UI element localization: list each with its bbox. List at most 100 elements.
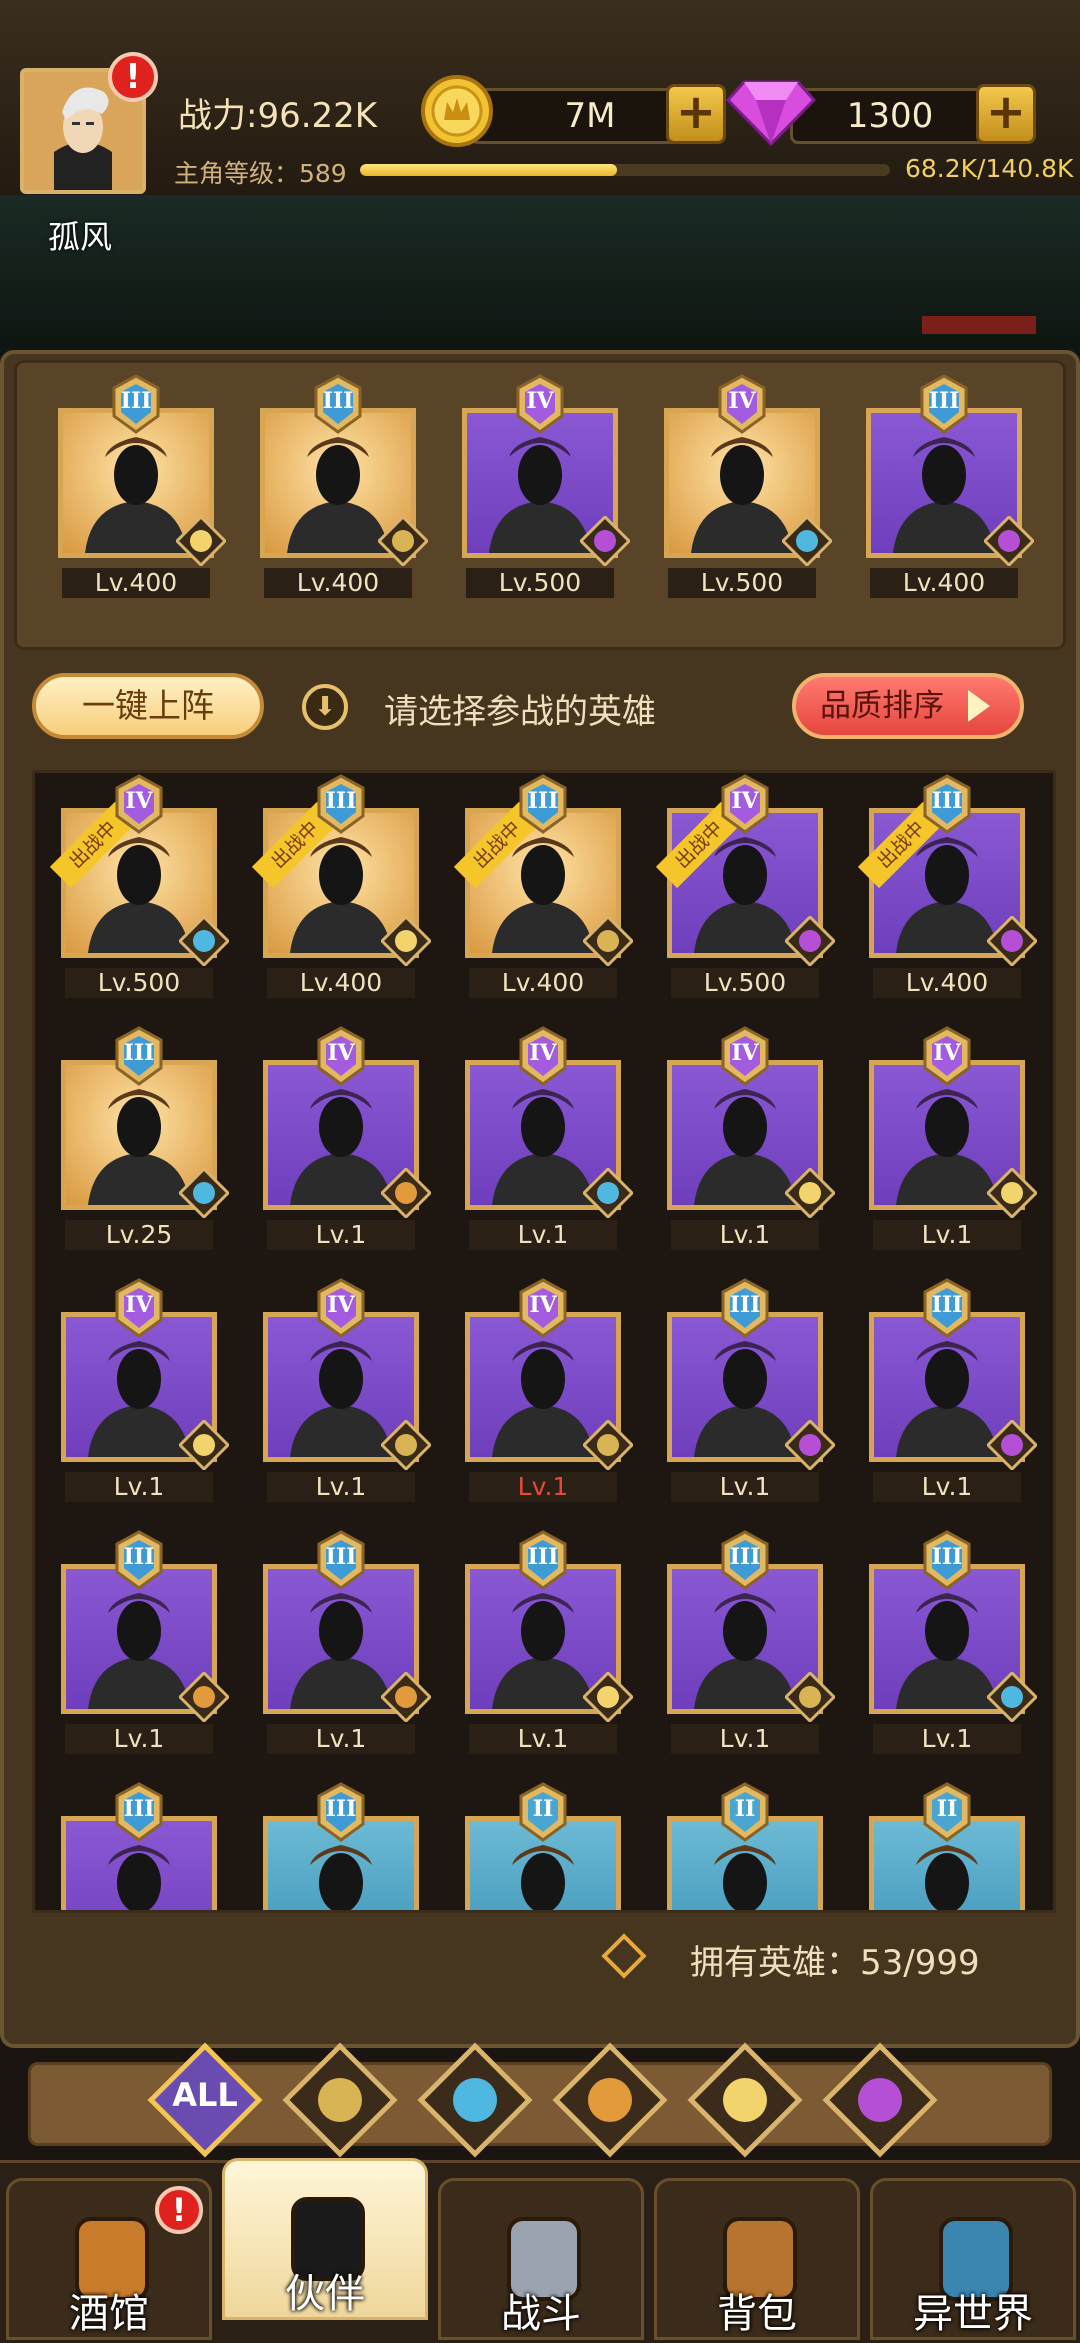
elf-faction-icon [176, 516, 226, 566]
grid-hero-card[interactable]: III Lv.1 [667, 1530, 835, 1754]
exp-progress-fill [360, 164, 617, 176]
human-faction-icon [583, 916, 633, 966]
rank-label: III [325, 788, 357, 814]
hero-level: Lv.400 [62, 568, 210, 598]
nav-tab-3[interactable]: 背包 [654, 2178, 860, 2340]
rank-label: III [325, 1544, 357, 1570]
rank-label: IV [125, 1292, 153, 1318]
hero-level: Lv.1 [267, 1472, 415, 1502]
nav-tab-2[interactable]: 战斗 [438, 2178, 644, 2340]
rank-label: IV [529, 1292, 557, 1318]
rank-label: IV [728, 388, 756, 414]
rank-label: III [928, 388, 960, 414]
rank-label: III [325, 1796, 357, 1822]
rank-label: III [931, 788, 963, 814]
down-arrow-icon: ⬇ [302, 684, 348, 730]
owned-heroes-count: 拥有英雄：53/999 [690, 1943, 980, 1983]
nav-tab-1[interactable]: 伙伴 [222, 2158, 428, 2320]
avatar-alert-badge: ! [108, 52, 158, 102]
fishman-faction-icon [179, 916, 229, 966]
filter-beast-button[interactable] [550, 2040, 670, 2160]
lineup-hero-card[interactable]: III Lv.400 [866, 374, 1034, 598]
lineup-hero-card[interactable]: III Lv.400 [260, 374, 428, 598]
nav-label: 伙伴 [285, 2271, 365, 2317]
beast-faction-icon [381, 1168, 431, 1218]
demon-faction-icon [785, 1420, 835, 1470]
grid-hero-card[interactable]: 出战中 IV Lv.500 [49, 774, 229, 998]
lineup-hero-card[interactable]: IV Lv.500 [664, 374, 832, 598]
grid-hero-card[interactable]: IV Lv.1 [465, 1278, 633, 1502]
grid-hero-card[interactable]: IV Lv.1 [263, 1278, 431, 1502]
exp-text: 68.2K/140.8K [905, 154, 1074, 183]
filter-human-button[interactable] [280, 2040, 400, 2160]
demon-faction-icon [785, 916, 835, 966]
add-gold-button[interactable]: + [666, 84, 726, 144]
hero-level: Lv.1 [469, 1220, 617, 1250]
hero-level-label: 主角等级：589 [174, 159, 347, 188]
grid-hero-card[interactable]: IV Lv.1 [869, 1026, 1037, 1250]
grid-hero-card[interactable]: IV Lv.1 [263, 1026, 431, 1250]
grid-hero-card[interactable]: III Lv.25 [61, 1026, 229, 1250]
rank-label: III [931, 1544, 963, 1570]
grid-hero-card[interactable]: III Lv.1 [869, 1278, 1037, 1502]
grid-hero-card[interactable]: II [869, 1782, 1025, 1910]
rank-label: IV [327, 1040, 355, 1066]
hero-level: Lv.1 [873, 1220, 1021, 1250]
human-faction-icon [378, 516, 428, 566]
grid-hero-card[interactable]: 出战中 III Lv.400 [251, 774, 431, 998]
fishman-faction-icon [987, 1672, 1037, 1722]
grid-hero-card[interactable]: II [465, 1782, 621, 1910]
grid-hero-card[interactable]: IV Lv.1 [61, 1278, 229, 1502]
combat-power: 战力:96.22K [178, 96, 378, 136]
auto-deploy-button[interactable]: 一键上阵 [32, 673, 264, 739]
lineup-hero-card[interactable]: III Lv.400 [58, 374, 226, 598]
beast-faction-icon [552, 2042, 668, 2158]
rank-label: IV [327, 1292, 355, 1318]
hero-level: Lv.400 [264, 568, 412, 598]
hero-level: Lv.1 [671, 1472, 819, 1502]
exp-progress-bar [360, 164, 890, 176]
demon-faction-icon [984, 516, 1034, 566]
nav-label: 酒馆 [69, 2291, 149, 2337]
elf-faction-icon [987, 1168, 1037, 1218]
hero-level: Lv.25 [65, 1220, 213, 1250]
grid-hero-card[interactable]: 出战中 IV Lv.500 [655, 774, 835, 998]
human-faction-icon [282, 2042, 398, 2158]
grid-hero-card[interactable]: 出战中 III Lv.400 [453, 774, 633, 998]
grid-hero-card[interactable]: III [263, 1782, 419, 1910]
rank-label: III [120, 388, 152, 414]
elf-faction-icon [381, 916, 431, 966]
demon-faction-icon [822, 2042, 938, 2158]
rank-label: III [527, 1544, 559, 1570]
tavern-alert-badge: ! [155, 2186, 203, 2234]
hero-list[interactable]: 出战中 IV Lv.500 出战中 III Lv.400 出战中 III Lv.… [32, 770, 1056, 1913]
grid-hero-card[interactable]: 出战中 III Lv.400 [857, 774, 1037, 998]
hero-level: Lv.400 [267, 968, 415, 998]
rank-label: IV [526, 388, 554, 414]
lineup-hero-card[interactable]: IV Lv.500 [462, 374, 630, 598]
grid-hero-card[interactable]: III [61, 1782, 217, 1910]
rank-label: IV [933, 1040, 961, 1066]
grid-hero-card[interactable]: II [667, 1782, 823, 1910]
rank-label: II [734, 1796, 756, 1822]
filter-elf-button[interactable] [685, 2040, 805, 2160]
gem-amount: 1300 [790, 88, 990, 144]
nav-tab-4[interactable]: 异世界 [870, 2178, 1076, 2340]
grid-hero-card[interactable]: III Lv.1 [869, 1530, 1037, 1754]
hero-level: Lv.1 [469, 1724, 617, 1754]
hero-level: Lv.500 [671, 968, 819, 998]
filter-demon-button[interactable] [820, 2040, 940, 2160]
filter-fishman-button[interactable] [415, 2040, 535, 2160]
fishman-faction-icon [417, 2042, 533, 2158]
hero-level: Lv.500 [65, 968, 213, 998]
grid-hero-card[interactable]: IV Lv.1 [465, 1026, 633, 1250]
grid-hero-card[interactable]: III Lv.1 [61, 1530, 229, 1754]
rank-label: III [527, 788, 559, 814]
add-gem-button[interactable]: + [976, 84, 1036, 144]
rank-label: IV [731, 1040, 759, 1066]
grid-hero-card[interactable]: III Lv.1 [263, 1530, 431, 1754]
grid-hero-card[interactable]: III Lv.1 [667, 1278, 835, 1502]
rank-label: IV [125, 788, 153, 814]
grid-hero-card[interactable]: III Lv.1 [465, 1530, 633, 1754]
grid-hero-card[interactable]: IV Lv.1 [667, 1026, 835, 1250]
